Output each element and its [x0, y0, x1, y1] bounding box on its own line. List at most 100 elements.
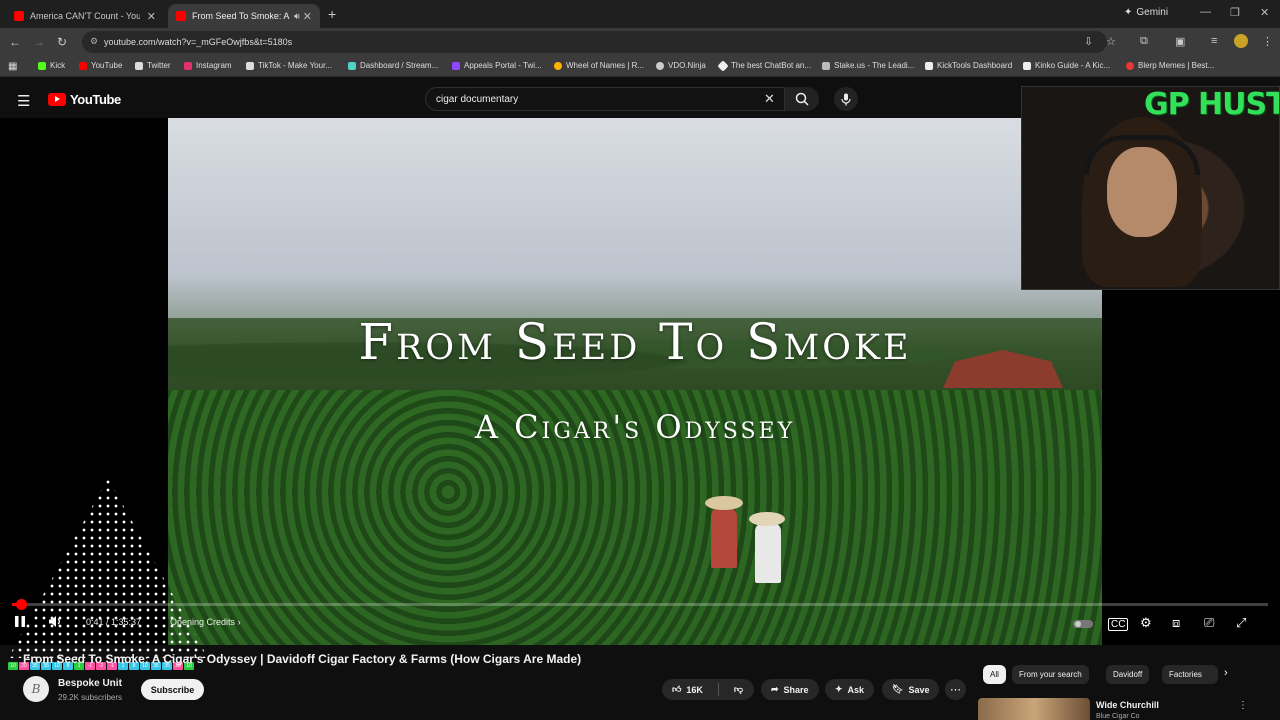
video-farmers — [703, 488, 793, 598]
pause-button[interactable] — [14, 615, 26, 631]
bookmark-item[interactable]: Twitter — [135, 61, 171, 70]
bookmark-item[interactable]: Kick — [38, 61, 65, 70]
search-button[interactable] — [785, 87, 819, 111]
minimize-icon[interactable]: — — [1200, 6, 1211, 18]
browser-menu-icon[interactable]: ⋮ — [1262, 35, 1273, 48]
voice-search-button[interactable] — [834, 87, 858, 111]
gemini-button[interactable]: ✦ Gemini — [1124, 7, 1168, 18]
bookmark-item[interactable]: Wheel of Names | R... — [554, 61, 644, 70]
bookmark-item[interactable]: VDO.Ninja — [656, 61, 706, 70]
close-tab-icon[interactable]: ✕ — [303, 10, 312, 23]
share-icon: ➦ — [771, 684, 779, 694]
sidebar-icon[interactable]: ▣ — [1175, 35, 1185, 48]
bookmark-item[interactable]: YouTube — [79, 61, 122, 70]
like-button[interactable]: 👍︎ 16K — [662, 679, 713, 700]
site-info-icon[interactable]: ⚙ — [90, 36, 98, 47]
bookmark-item[interactable]: Appeals Portal - Twi... — [452, 61, 542, 70]
fullscreen-icon[interactable]: ⤢ — [1236, 615, 1246, 631]
close-tab-icon[interactable]: ✕ — [147, 10, 156, 23]
recommendation-title[interactable]: Wide Churchill — [1096, 700, 1159, 710]
video-frame[interactable]: From Seed To Smoke A Cigar's Odyssey — [168, 118, 1102, 645]
cast-icon[interactable]: ⎚ — [1204, 615, 1214, 631]
settings-gear-icon[interactable]: ⚙ — [1140, 615, 1152, 631]
captions-icon[interactable]: CC — [1108, 618, 1129, 631]
bookmark-item[interactable]: Instagram — [184, 61, 232, 70]
search-input[interactable]: cigar documentary — [425, 87, 785, 111]
thumbs-down-icon: 👎︎ — [733, 684, 744, 694]
audio-visualizer: 10 20 35 35 10 8 1 -1 -2 -1 1 8 10 35 35 20 10 — [8, 478, 208, 678]
webcam-overlay: GP HUSTLA — [1021, 86, 1280, 290]
youtube-icon — [79, 61, 87, 70]
youtube-play-icon — [48, 93, 66, 106]
media-controls-icon[interactable]: ≡ — [1211, 35, 1217, 47]
chevron-right-icon: › — [237, 617, 241, 627]
recommendation-thumbnail[interactable] — [978, 698, 1090, 720]
browser-tab[interactable]: America CAN'T Count - YouTub ✕ — [6, 4, 164, 28]
bookmark-label: Instagram — [196, 61, 232, 70]
youtube-logo[interactable]: YouTube — [48, 92, 121, 107]
divider — [717, 683, 719, 696]
ask-button[interactable]: ✦ Ask — [825, 679, 875, 700]
browser-tab-active[interactable]: From Seed To Smoke: A Cig 🔊︎ ✕ — [168, 4, 320, 28]
chip-all[interactable]: All — [983, 665, 1006, 684]
close-window-icon[interactable]: ✕ — [1260, 6, 1269, 19]
chip-from-your-search[interactable]: From your search — [1012, 665, 1089, 684]
bookmark-star-icon[interactable]: ☆ — [1106, 35, 1116, 48]
dislike-button[interactable]: 👎︎ — [724, 679, 753, 700]
hamburger-menu-icon[interactable]: ☰ — [17, 92, 30, 110]
bookmark-item[interactable]: The best ChatBot an... — [717, 59, 812, 72]
bookmark-item[interactable]: Stake.us - The Leadi... — [822, 61, 914, 70]
speaker-icon[interactable]: 🔊︎ — [294, 11, 300, 22]
gemini-label: Gemini — [1136, 7, 1169, 18]
progress-bar[interactable] — [12, 599, 1268, 610]
kinko-icon — [1023, 61, 1031, 70]
sparkle-icon: ✦ — [835, 684, 843, 694]
wheel-icon — [554, 61, 562, 70]
back-icon[interactable]: ← — [9, 35, 21, 49]
subscribe-button[interactable]: Subscribe — [141, 679, 204, 700]
clear-search-icon[interactable]: ✕ — [764, 91, 775, 107]
chevron-right-icon[interactable]: › — [1224, 667, 1228, 679]
channel-name[interactable]: Bespoke Unit — [58, 678, 122, 689]
forward-icon[interactable]: → — [33, 35, 45, 49]
bookmark-label: Blerp Memes | Best... — [1138, 61, 1215, 70]
tab-title: America CAN'T Count - YouTub — [30, 11, 140, 21]
autoplay-toggle[interactable] — [1073, 620, 1093, 628]
profile-avatar[interactable] — [1234, 34, 1248, 48]
reload-icon[interactable]: ↻ — [57, 35, 67, 49]
chip-davidoff[interactable]: Davidoff — [1106, 665, 1150, 684]
install-app-icon[interactable]: ⇩ — [1084, 35, 1093, 48]
bookmark-label: The best ChatBot an... — [731, 61, 812, 70]
apps-icon[interactable]: ▦ — [8, 61, 17, 72]
save-button[interactable]: 🔖︎ Save — [882, 679, 940, 700]
bookmark-label: Kick — [50, 61, 66, 70]
volume-icon — [49, 616, 60, 627]
more-vertical-icon[interactable]: ⋮ — [1238, 700, 1248, 711]
restore-icon[interactable]: ❐ — [1230, 6, 1240, 19]
bookmark-item[interactable]: Kinko Guide - A Kic... — [1023, 61, 1110, 70]
search-icon — [795, 92, 809, 106]
bookmark-item[interactable]: Dashboard / Stream... — [348, 61, 438, 70]
chip-factories[interactable]: Factories — [1162, 665, 1218, 684]
more-actions-button[interactable]: ⋯ — [945, 679, 966, 700]
browser-tab-strip: America CAN'T Count - YouTub ✕ From Seed… — [0, 0, 1280, 28]
miniplayer-icon[interactable]: ⧈ — [1172, 615, 1180, 631]
address-bar[interactable]: ⚙ youtube.com/watch?v=_mGFeOwjfbs&t=5180… — [82, 31, 1107, 53]
extensions-icon[interactable]: ⧉ — [1140, 35, 1148, 48]
new-tab-button[interactable]: + — [328, 6, 336, 22]
url-text: youtube.com/watch?v=_mGFeOwjfbs&t=5180s — [104, 37, 293, 47]
chapter-button[interactable]: Opening Credits › — [170, 617, 241, 627]
bookmark-item[interactable]: TikTok - Make Your... — [246, 61, 332, 70]
share-button[interactable]: ➦ Share — [761, 679, 819, 700]
scrubber-handle[interactable] — [15, 599, 27, 610]
channel-avatar[interactable]: B — [23, 676, 49, 702]
video-overlay-title: From Seed To Smoke — [358, 313, 912, 371]
volume-button[interactable] — [48, 615, 62, 631]
bookmark-item[interactable]: KickTools Dashboard — [925, 61, 1012, 70]
chatbot-icon — [717, 59, 729, 72]
bookmark-item[interactable]: Blerp Memes | Best... — [1126, 61, 1214, 70]
tab-title: From Seed To Smoke: A Cig — [192, 11, 290, 21]
farmer-figure — [755, 523, 781, 583]
player-controls: 0:41 / 1:35:37 Opening Credits › CC ⚙ ⧈ … — [0, 612, 1280, 636]
bookmark-label: Wheel of Names | R... — [566, 61, 645, 70]
